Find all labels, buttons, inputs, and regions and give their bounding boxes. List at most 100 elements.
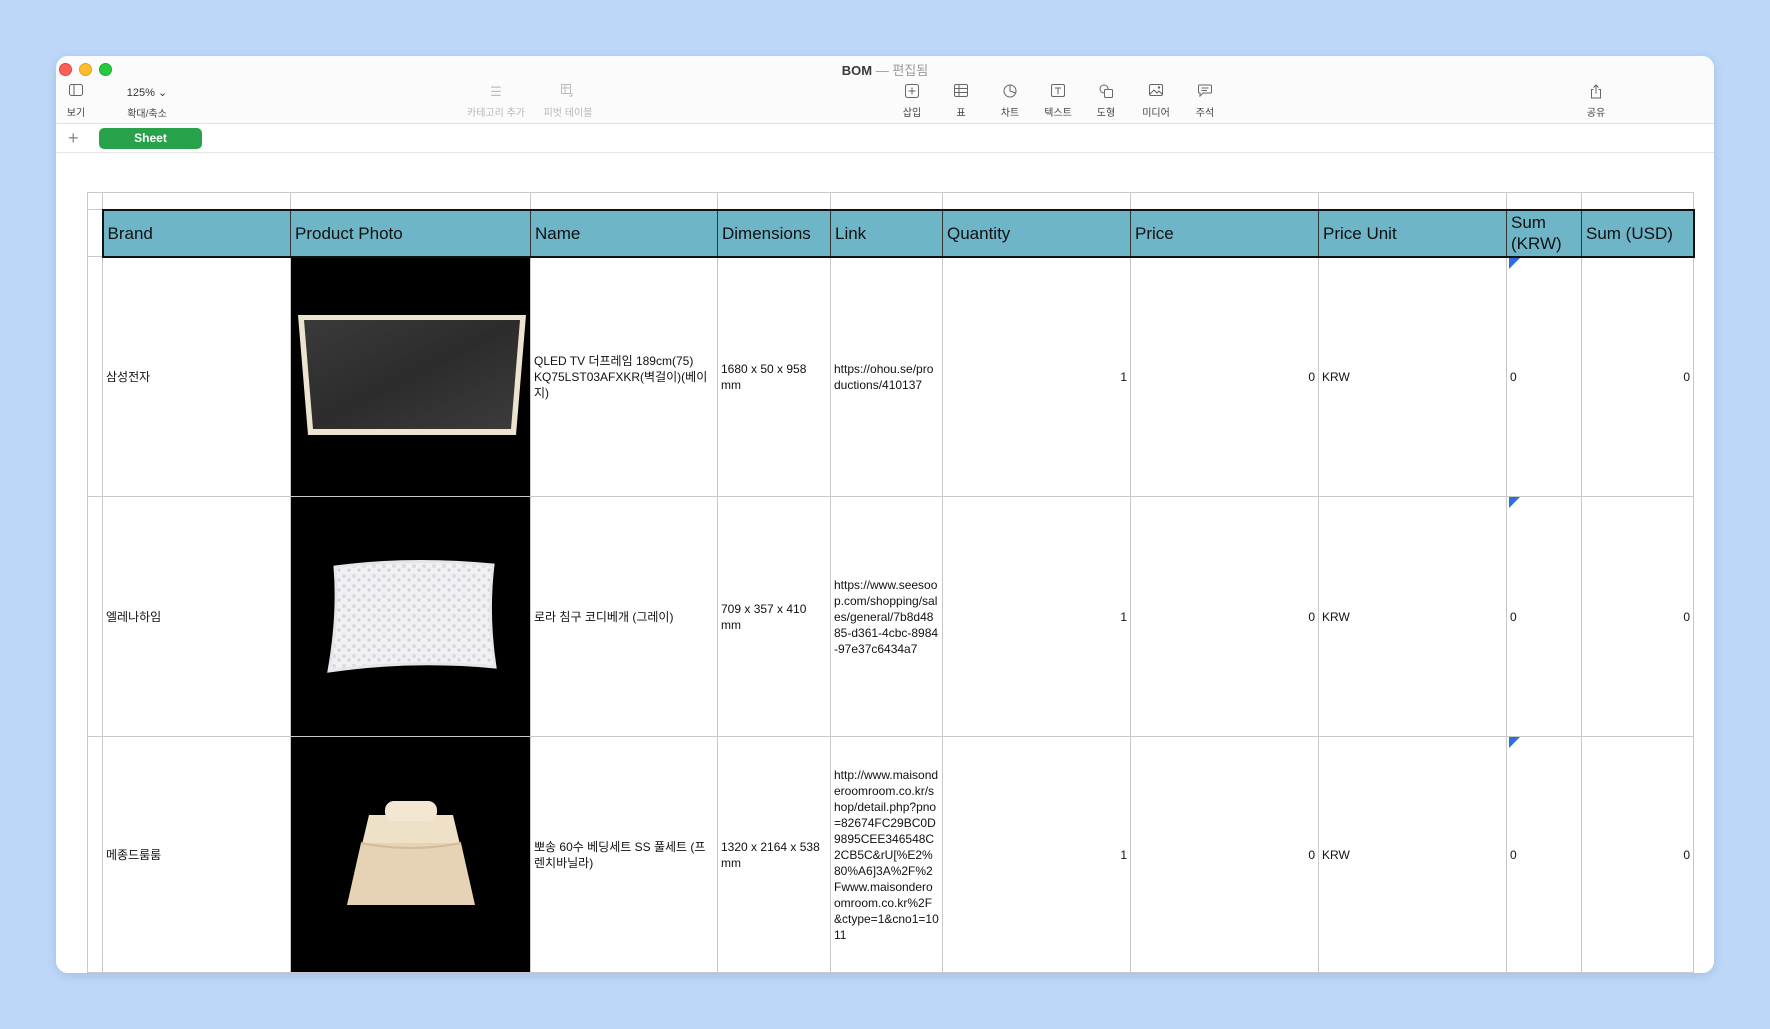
insert-icon xyxy=(903,84,921,100)
bed-icon xyxy=(341,800,481,914)
row-ref[interactable] xyxy=(87,256,103,497)
price-unit-cell[interactable]: KRW xyxy=(1318,496,1507,737)
list-icon: ☰ xyxy=(490,84,502,99)
share-icon xyxy=(1587,84,1605,100)
sum-krw-cell[interactable]: 0 xyxy=(1506,496,1582,737)
name-cell[interactable]: 뽀송 60수 베딩세트 SS 풀세트 (프렌치바닐라) xyxy=(530,736,718,973)
document-status: 편집됨 xyxy=(892,63,929,78)
product-photo-cell[interactable] xyxy=(290,736,531,973)
shape-icon xyxy=(1097,84,1115,100)
pivot-table-button[interactable]: 피벗 테이블 xyxy=(536,84,600,119)
header-brand[interactable]: Brand xyxy=(101,208,291,258)
brand-cell[interactable]: 삼성전자 xyxy=(102,256,291,497)
column-ref-g[interactable] xyxy=(1130,192,1319,210)
comment-button[interactable]: 주석 xyxy=(1173,84,1237,119)
price-cell[interactable]: 0 xyxy=(1130,496,1319,737)
header-product-photo[interactable]: Product Photo xyxy=(290,208,531,258)
zoom-select[interactable]: 125% ⌄ xyxy=(117,84,177,102)
share-label: 공유 xyxy=(1586,108,1606,119)
add-category-button[interactable]: ☰ 카테고리 추가 xyxy=(464,84,528,119)
table-row: 삼성전자 QLED TV 더프레임 189cm(75) KQ75LST03AFX… xyxy=(87,256,1694,497)
table-icon xyxy=(952,84,970,100)
bom-table: Brand Product Photo Name Dimensions Link… xyxy=(87,192,1695,973)
view-button[interactable]: 보기 xyxy=(56,84,108,119)
share-button[interactable]: 공유 xyxy=(1564,84,1628,119)
dimensions-cell[interactable]: 1320 x 2164 x 538 mm xyxy=(717,736,831,973)
price-cell[interactable]: 0 xyxy=(1130,736,1319,973)
zoom-value: 125% xyxy=(126,87,155,99)
brand-cell[interactable]: 엘레나하임 xyxy=(102,496,291,737)
header-quantity[interactable]: Quantity xyxy=(942,208,1131,258)
tab-sheet[interactable]: Sheet xyxy=(99,128,202,149)
quantity-cell[interactable]: 1 xyxy=(942,496,1131,737)
toolbar: BOM — 편집됨 보기 125% ⌄ 확대/축소 ☰ 카테고리 추가 피벗 테… xyxy=(56,56,1714,124)
sum-usd-cell[interactable]: 0 xyxy=(1581,496,1694,737)
column-ref-d[interactable] xyxy=(717,192,831,210)
column-ref-a[interactable] xyxy=(102,192,291,210)
column-ref-j[interactable] xyxy=(1581,192,1694,210)
pie-chart-icon xyxy=(1001,84,1019,100)
photo-icon xyxy=(1147,84,1165,100)
column-ref-i[interactable] xyxy=(1506,192,1582,210)
sum-usd-cell[interactable]: 0 xyxy=(1581,256,1694,497)
comment-flag-icon[interactable] xyxy=(1509,497,1520,508)
header-sum-krw[interactable]: Sum (KRW) xyxy=(1506,208,1582,258)
link-cell[interactable]: https://www.seesoop.com/shopping/sales/g… xyxy=(830,496,943,737)
document-title: BOM xyxy=(841,63,873,78)
media-label: 미디어 xyxy=(1142,108,1170,119)
chevron-down-icon: ⌄ xyxy=(157,87,168,99)
name-cell[interactable]: 로라 침구 코디베개 (그레이) xyxy=(530,496,718,737)
header-price[interactable]: Price xyxy=(1130,208,1319,258)
comment-icon xyxy=(1196,84,1214,100)
text-box-icon xyxy=(1049,84,1067,100)
sidebar-icon xyxy=(67,84,85,100)
column-ref-b[interactable] xyxy=(290,192,531,210)
pillow-icon xyxy=(321,559,501,680)
text-label: 텍스트 xyxy=(1044,108,1072,119)
comment-label: 주석 xyxy=(1195,108,1215,119)
view-label: 보기 xyxy=(66,108,86,119)
table-row: 엘레나하임 로라 침구 코디베개 (그레이) 709 x 357 x 410 m… xyxy=(87,496,1694,737)
dimensions-cell[interactable]: 709 x 357 x 410 mm xyxy=(717,496,831,737)
corner-cell[interactable] xyxy=(87,192,103,210)
add-sheet-button[interactable]: + xyxy=(68,128,79,148)
header-sum-usd[interactable]: Sum (USD) xyxy=(1581,208,1695,258)
numbers-window: BOM — 편집됨 보기 125% ⌄ 확대/축소 ☰ 카테고리 추가 피벗 테… xyxy=(56,56,1714,973)
sum-krw-cell[interactable]: 0 xyxy=(1506,256,1582,497)
column-ref-f[interactable] xyxy=(942,192,1131,210)
comment-flag-icon[interactable] xyxy=(1509,257,1520,269)
header-link[interactable]: Link xyxy=(830,208,943,258)
table-row: 메종드룸룸 뽀송 60수 베딩세트 SS 풀세트 (프렌치바닐라) 1320 x… xyxy=(87,736,1694,973)
quantity-cell[interactable]: 1 xyxy=(942,736,1131,973)
sum-krw-value: 0 xyxy=(1510,847,1517,862)
header-name[interactable]: Name xyxy=(530,208,718,258)
sum-usd-cell[interactable]: 0 xyxy=(1581,736,1694,973)
zoom-control[interactable]: 125% ⌄ 확대/축소 xyxy=(107,84,187,120)
price-unit-cell[interactable]: KRW xyxy=(1318,256,1507,497)
product-photo-cell[interactable] xyxy=(290,256,531,497)
header-price-unit[interactable]: Price Unit xyxy=(1318,208,1507,258)
name-cell[interactable]: QLED TV 더프레임 189cm(75) KQ75LST03AFXKR(벽걸… xyxy=(530,256,718,497)
row-ref[interactable] xyxy=(87,736,103,973)
sum-krw-cell[interactable]: 0 xyxy=(1506,736,1582,973)
row-ref-header[interactable] xyxy=(87,209,103,257)
column-ref-h[interactable] xyxy=(1318,192,1507,210)
product-photo-cell[interactable] xyxy=(290,496,531,737)
dimensions-cell[interactable]: 1680 x 50 x 958 mm xyxy=(717,256,831,497)
link-cell[interactable]: http://www.maisonderoomroom.co.kr/shop/d… xyxy=(830,736,943,973)
header-dimensions[interactable]: Dimensions xyxy=(717,208,831,258)
row-ref[interactable] xyxy=(87,496,103,737)
link-cell[interactable]: https://ohou.se/productions/410137 xyxy=(830,256,943,497)
column-reference-row xyxy=(87,192,1694,210)
brand-cell[interactable]: 메종드룸룸 xyxy=(102,736,291,973)
column-ref-e[interactable] xyxy=(830,192,943,210)
add-category-label: 카테고리 추가 xyxy=(467,108,525,119)
table-label: 표 xyxy=(956,108,966,119)
sheet-tab-bar: + Sheet xyxy=(56,125,1714,153)
column-ref-c[interactable] xyxy=(530,192,718,210)
price-unit-cell[interactable]: KRW xyxy=(1318,736,1507,973)
quantity-cell[interactable]: 1 xyxy=(942,256,1131,497)
price-cell[interactable]: 0 xyxy=(1130,256,1319,497)
comment-flag-icon[interactable] xyxy=(1509,737,1520,748)
window-title: BOM — 편집됨 xyxy=(841,63,929,78)
